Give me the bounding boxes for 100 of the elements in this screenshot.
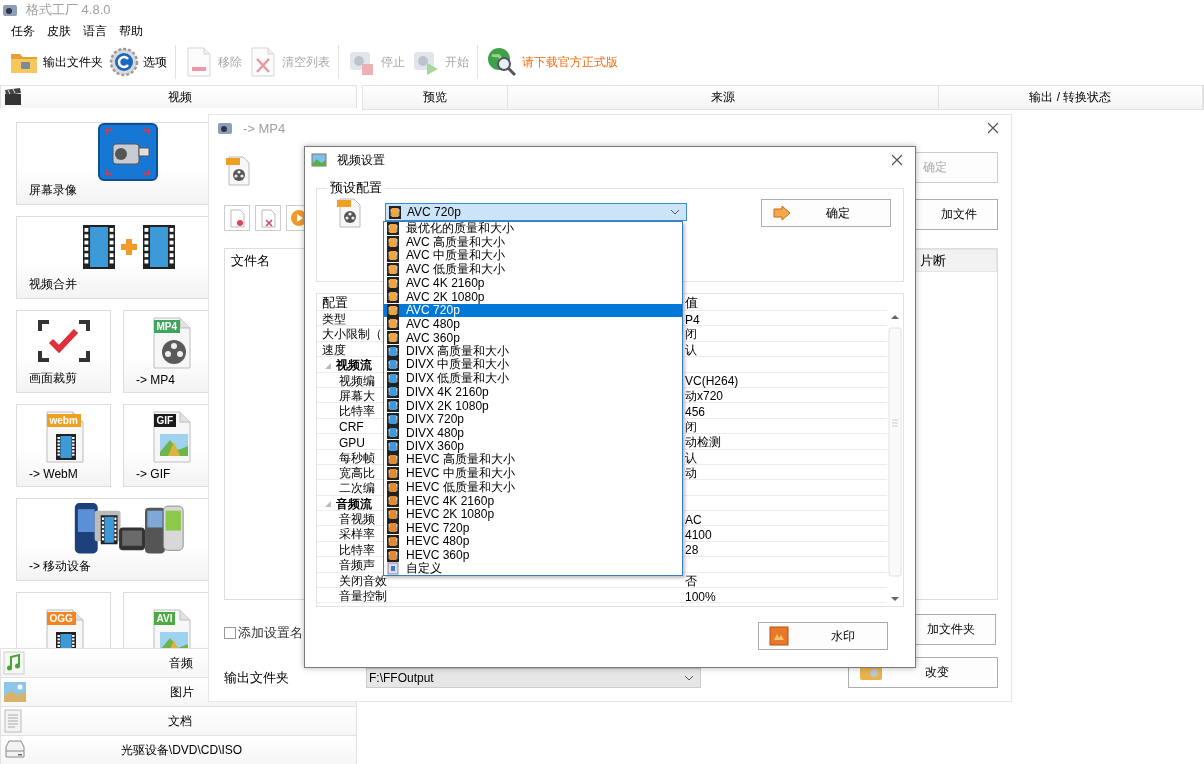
- preset-option[interactable]: 最优化的质量和大小: [384, 222, 682, 236]
- property-name: 类型: [322, 311, 346, 328]
- dialog-title: 视频设置: [337, 151, 385, 169]
- preset-option[interactable]: HEVC 360p: [384, 548, 682, 562]
- category-header[interactable]: 光驱设备\DVD\CD\ISO: [0, 735, 357, 764]
- chevron-down-icon: [684, 675, 694, 681]
- film-merge-icon: [80, 222, 177, 271]
- preset-option[interactable]: HEVC 720p: [384, 521, 682, 535]
- document-minus-icon: [227, 208, 247, 228]
- clapperboard-icon: [3, 87, 23, 107]
- column-header: 配置: [322, 294, 348, 312]
- picture-icon: [311, 153, 327, 167]
- film-icon: [387, 263, 399, 277]
- property-name: 大小限制（: [322, 326, 382, 344]
- toolbar-button[interactable]: 选项: [106, 45, 170, 79]
- film-icon: [387, 249, 399, 263]
- film-icon: [387, 507, 399, 521]
- film-icon: [387, 480, 399, 494]
- preset-option[interactable]: HEVC 低质量和大小: [384, 480, 682, 494]
- preset-option[interactable]: AVC 360p: [384, 330, 682, 345]
- app-icon: [2, 2, 18, 18]
- preset-option[interactable]: DIVX 360p: [384, 439, 682, 454]
- close-icon[interactable]: [987, 122, 999, 134]
- column-header: 预览: [363, 86, 508, 109]
- preset-option[interactable]: DIVX 4K 2160p: [384, 385, 682, 399]
- preset-option[interactable]: HEVC 4K 2160p: [384, 493, 682, 508]
- property-name: 比特率: [339, 403, 375, 421]
- film-icon: [387, 385, 399, 399]
- preset-option[interactable]: HEVC 480p: [384, 534, 682, 549]
- format-tile[interactable]: 画面裁剪: [16, 310, 111, 393]
- toolbar-button[interactable]: [255, 205, 281, 231]
- toolbar-button[interactable]: [224, 205, 250, 231]
- property-name: 视频编: [339, 372, 375, 390]
- preset-option[interactable]: AVC 480p: [384, 317, 682, 331]
- group-name: 视频流: [324, 357, 372, 375]
- column-header: 片断: [913, 249, 997, 272]
- disc-drive-icon: [3, 739, 27, 761]
- preset-option[interactable]: HEVC 2K 1080p: [384, 507, 682, 522]
- preset-option[interactable]: AVC 低质量和大小: [384, 262, 682, 277]
- preset-option[interactable]: DIVX 低质量和大小: [384, 371, 682, 386]
- preset-option[interactable]: DIVX 高质量和大小: [384, 344, 682, 358]
- preset-option[interactable]: HEVC 高质量和大小: [384, 453, 682, 467]
- film-icon: [387, 303, 399, 317]
- output-folder-dropdown[interactable]: F:\FFOutput: [366, 668, 701, 688]
- category-header[interactable]: 文档: [0, 706, 357, 735]
- gear-icon: [109, 47, 139, 77]
- format-badge: webm: [46, 414, 81, 427]
- film-icon: [387, 534, 399, 548]
- preset-option[interactable]: DIVX 720p: [384, 412, 682, 426]
- film-icon: [387, 235, 399, 249]
- menu-item[interactable]: 语言: [77, 22, 113, 40]
- property-name: 音量控制: [339, 588, 387, 606]
- property-name: CRF: [339, 420, 364, 435]
- menu-item[interactable]: 皮肤: [41, 22, 77, 40]
- property-name: 每秒帧: [339, 449, 375, 467]
- format-badge: MP4: [153, 320, 181, 333]
- document-x-icon: [258, 208, 278, 228]
- camcorder-screen-icon: [96, 121, 161, 184]
- property-name: 采样率: [339, 526, 375, 544]
- preset-dropdown[interactable]: AVC 720p: [385, 203, 687, 221]
- preset-option[interactable]: DIVX 480p: [384, 425, 682, 440]
- film-icon: [387, 548, 399, 562]
- ok-button[interactable]: 确定: [761, 199, 891, 227]
- film-icon: [387, 317, 399, 331]
- preset-option[interactable]: HEVC 中质量和大小: [384, 466, 682, 481]
- preset-option[interactable]: AVC 720p: [384, 303, 682, 318]
- preset-option[interactable]: AVC 2K 1080p: [384, 289, 682, 304]
- document-icon: [3, 709, 23, 733]
- preset-option[interactable]: DIVX 中质量和大小: [384, 357, 682, 372]
- preset-option[interactable]: AVC 高质量和大小: [384, 235, 682, 250]
- format-tile[interactable]: webm -> WebM: [16, 404, 111, 487]
- video-file-icon: [224, 155, 252, 187]
- group-name: 音频流: [324, 495, 372, 513]
- watermark-icon: [769, 626, 789, 646]
- category-header[interactable]: 视频: [0, 85, 357, 108]
- window-title: 格式工厂 4.8.0: [26, 1, 111, 19]
- chevron-down-icon: [670, 209, 680, 215]
- watermark-button[interactable]: 水印: [758, 622, 888, 650]
- film-icon: [387, 399, 399, 412]
- preset-option[interactable]: DIVX 2K 1080p: [384, 398, 682, 413]
- close-icon[interactable]: [891, 154, 903, 166]
- film-icon: [387, 412, 399, 426]
- property-value[interactable]: 100%: [673, 589, 716, 604]
- toolbar-button[interactable]: 输出文件夹: [6, 45, 106, 79]
- app-icon: [217, 120, 233, 136]
- list-icon: [387, 562, 399, 576]
- menu-item[interactable]: 帮助: [113, 22, 149, 40]
- arrow-right-icon: [772, 205, 792, 221]
- column-header: 值: [684, 294, 698, 312]
- format-badge: GIF: [153, 414, 177, 427]
- menu-item[interactable]: 任务: [5, 22, 41, 40]
- film-icon: [387, 467, 399, 480]
- scrollbar[interactable]: [888, 312, 902, 604]
- film-icon: [387, 439, 399, 453]
- film-icon: [387, 358, 399, 372]
- property-name: 屏幕大: [339, 387, 375, 405]
- film-icon: [387, 331, 399, 345]
- preset-option[interactable]: AVC 中质量和大小: [384, 249, 682, 263]
- film-icon: [387, 371, 399, 385]
- property-name: 音频声: [339, 557, 375, 575]
